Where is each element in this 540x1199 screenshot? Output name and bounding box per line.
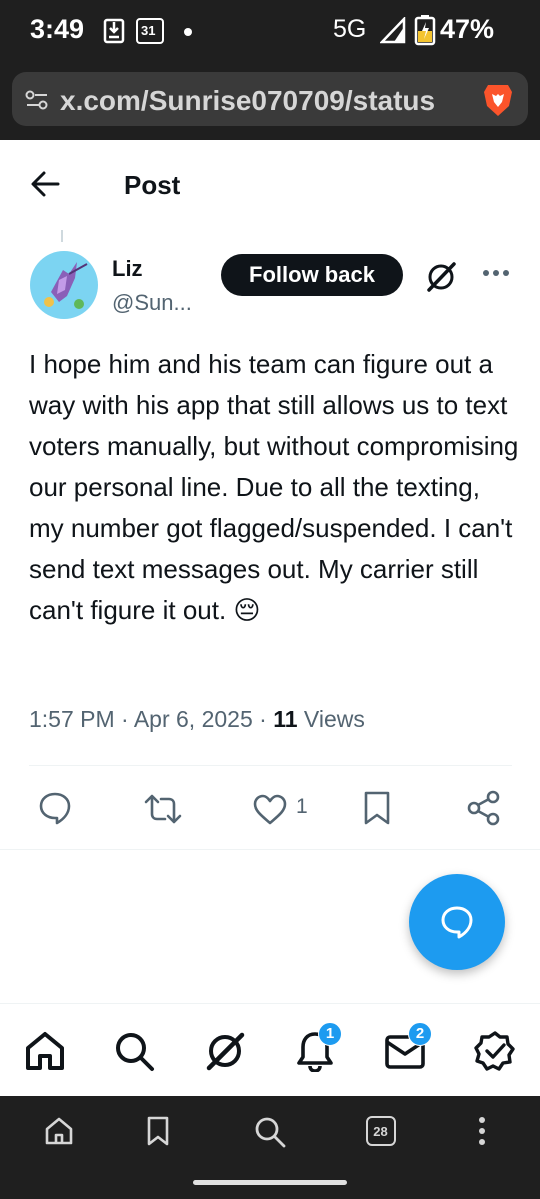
tabs-button[interactable]: 28 xyxy=(366,1116,396,1146)
battery-percent: 47% xyxy=(440,14,495,44)
repost-icon[interactable] xyxy=(143,794,183,824)
address-bar[interactable]: x.com/Sunrise070709/status xyxy=(12,72,528,126)
meta-separator: · xyxy=(121,706,134,732)
meta-separator: · xyxy=(259,706,274,732)
status-time: 3:49 xyxy=(30,14,85,44)
back-arrow-icon[interactable] xyxy=(30,170,60,198)
like-icon[interactable] xyxy=(252,793,288,825)
reply-thread-line xyxy=(61,230,63,242)
save-icon xyxy=(103,18,125,44)
grok-nav-icon[interactable] xyxy=(204,1030,246,1072)
divider xyxy=(29,765,512,766)
status-bar: 3:49 31 5G 47% xyxy=(0,0,540,64)
tweet-text: I hope him and his team can figure out a… xyxy=(29,349,519,625)
share-icon[interactable] xyxy=(467,790,501,826)
calendar-day: 31 xyxy=(141,23,156,38)
messages-badge: 2 xyxy=(408,1022,432,1046)
browser-bookmarks-icon[interactable] xyxy=(146,1115,170,1147)
bottom-nav-divider xyxy=(0,1003,540,1004)
tweet-meta: 1:57 PM · Apr 6, 2025 · 11 Views xyxy=(29,706,365,733)
battery-icon xyxy=(414,15,436,46)
site-settings-icon[interactable] xyxy=(25,89,49,111)
reply-icon[interactable] xyxy=(38,791,72,825)
brave-lion-icon[interactable] xyxy=(482,82,514,118)
browser-home-icon[interactable] xyxy=(44,1116,74,1146)
calendar-icon: 31 xyxy=(136,18,164,44)
url-text[interactable]: x.com/Sunrise070709/status xyxy=(60,85,435,117)
author-name[interactable]: Liz xyxy=(112,256,143,282)
notification-dot xyxy=(184,28,192,36)
notifications-badge: 1 xyxy=(318,1022,342,1046)
tweet-date[interactable]: Apr 6, 2025 xyxy=(134,706,253,732)
verified-icon[interactable] xyxy=(474,1030,516,1072)
author-handle[interactable]: @Sun... xyxy=(112,290,192,316)
divider xyxy=(0,849,540,850)
page-title: Post xyxy=(124,170,181,200)
views-label: Views xyxy=(303,706,365,732)
compose-reply-button[interactable] xyxy=(409,874,505,970)
like-count: 1 xyxy=(296,795,308,818)
follow-back-button[interactable]: Follow back xyxy=(221,254,403,296)
gesture-home-indicator[interactable] xyxy=(193,1180,347,1185)
browser-toolbar: x.com/Sunrise070709/status xyxy=(0,64,540,140)
tweet-time[interactable]: 1:57 PM xyxy=(29,706,115,732)
search-icon[interactable] xyxy=(113,1030,155,1072)
reply-bubble-icon xyxy=(441,906,473,939)
browser-search-icon[interactable] xyxy=(254,1116,286,1148)
more-options-icon[interactable] xyxy=(482,268,510,278)
home-icon[interactable] xyxy=(24,1030,66,1072)
views-count: 11 xyxy=(273,706,298,732)
bookmark-icon[interactable] xyxy=(363,790,391,826)
avatar[interactable] xyxy=(29,250,99,320)
signal-icon xyxy=(380,17,406,44)
network-label: 5G xyxy=(333,15,367,43)
grok-icon[interactable] xyxy=(424,260,458,294)
browser-menu-icon[interactable] xyxy=(476,1116,488,1146)
tab-count: 28 xyxy=(373,1124,388,1139)
